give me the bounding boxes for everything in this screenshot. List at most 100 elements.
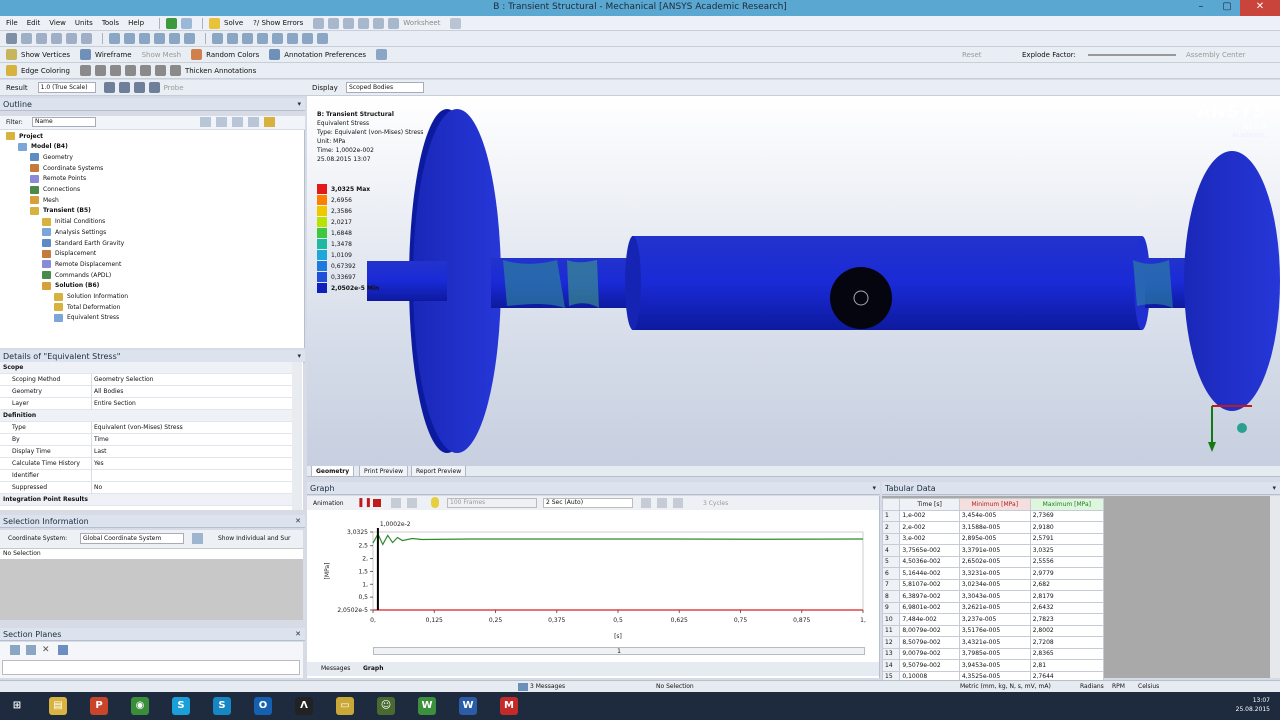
taskbar-app-person[interactable]: ☺ bbox=[369, 695, 403, 717]
probe-button[interactable]: Probe bbox=[164, 84, 184, 92]
details-value[interactable]: Geometry Selection bbox=[94, 376, 153, 383]
details-scrollbar[interactable] bbox=[292, 362, 302, 510]
tab-geometry[interactable]: Geometry bbox=[311, 466, 355, 477]
table-row[interactable]: 1 1,e-002 3,454e-005 2,7369 bbox=[881, 509, 1105, 522]
bulb-icon[interactable] bbox=[431, 497, 439, 508]
explode-slider[interactable] bbox=[1088, 54, 1176, 56]
tree-item[interactable]: Displacement bbox=[42, 249, 96, 259]
edge-coloring-button[interactable]: Edge Coloring bbox=[21, 67, 70, 75]
triad-icon[interactable] bbox=[272, 33, 283, 44]
reset-button[interactable]: Reset bbox=[962, 51, 982, 59]
stress-chart[interactable]: 3,0325 2,5 2, 1,5 1, 0,5 2,0502e-50, 0,125 0,25 0… bbox=[307, 512, 879, 642]
show-vertices-button[interactable]: Show Vertices bbox=[21, 51, 70, 59]
result-scale-dropdown[interactable]: 1.0 (True Scale) bbox=[37, 82, 96, 93]
tabular-table[interactable]: Time [s] Minimum [MPa] Maximum [MPa] 1 1,e-0… bbox=[881, 498, 1105, 683]
pan-icon[interactable] bbox=[124, 33, 135, 44]
details-value[interactable]: Last bbox=[94, 448, 107, 455]
menu-edit[interactable]: Edit bbox=[27, 19, 41, 27]
menu-view[interactable]: View bbox=[49, 19, 66, 27]
show-errors-button[interactable]: ?/ Show Errors bbox=[253, 19, 303, 27]
status-messages[interactable]: 3 Messages bbox=[530, 683, 565, 690]
distributed-icon[interactable] bbox=[657, 498, 667, 508]
column-header[interactable] bbox=[881, 498, 901, 511]
table-row[interactable]: 9 6,9801e-002 3,2621e-005 2,6432 bbox=[881, 601, 1105, 614]
mode-icon[interactable] bbox=[21, 33, 32, 44]
maximize-button[interactable]: ▢ bbox=[1214, 0, 1240, 16]
edge-icon[interactable] bbox=[51, 33, 62, 44]
messages-icon[interactable] bbox=[518, 683, 528, 691]
edge-style-6-icon[interactable] bbox=[154, 65, 166, 76]
zoom-fit-icon[interactable] bbox=[169, 33, 180, 44]
taskbar-app-mechanical[interactable]: M bbox=[492, 695, 526, 717]
menu-tools[interactable]: Tools bbox=[102, 19, 119, 27]
table-row[interactable]: 6 5,1644e-002 3,3231e-005 2,9779 bbox=[881, 567, 1105, 580]
pause-icon[interactable]: ❚❚ bbox=[357, 498, 372, 508]
tree-item[interactable]: Analysis Settings bbox=[42, 227, 106, 237]
edge-style-4-icon[interactable] bbox=[124, 65, 136, 76]
graph-icon[interactable] bbox=[358, 17, 370, 29]
close-button[interactable]: ✕ bbox=[1240, 0, 1280, 16]
status-rpm[interactable]: RPM bbox=[1112, 683, 1125, 690]
show-individual-button[interactable]: Show Individual and Sur bbox=[218, 535, 291, 542]
taskbar-app-explorer[interactable]: ▤ bbox=[41, 695, 75, 717]
show-mesh-button[interactable]: Show Mesh bbox=[142, 51, 182, 59]
update-icon[interactable] bbox=[673, 498, 683, 508]
probe-icon[interactable] bbox=[343, 17, 355, 29]
magnifier-icon[interactable] bbox=[184, 33, 195, 44]
next-frame-icon[interactable] bbox=[407, 498, 417, 508]
random-colors-button[interactable]: Random Colors bbox=[206, 51, 259, 59]
expand-icon[interactable] bbox=[200, 117, 211, 127]
delete-plane-icon[interactable]: ✕ bbox=[42, 645, 52, 655]
tree-icon[interactable] bbox=[264, 117, 275, 127]
tree-item[interactable]: Initial Conditions bbox=[42, 217, 105, 227]
column-header[interactable]: Time [s] bbox=[899, 498, 960, 511]
menu-file[interactable]: File bbox=[6, 19, 18, 27]
graph-pin-icon[interactable]: ▾ bbox=[872, 482, 876, 495]
edit-plane-icon[interactable] bbox=[26, 645, 36, 655]
tree-item[interactable]: Model (B4) bbox=[18, 142, 68, 152]
duration-dropdown[interactable]: 2 Sec (Auto) bbox=[543, 498, 633, 508]
tree-item[interactable]: Remote Displacement bbox=[42, 259, 121, 269]
export-video-icon[interactable] bbox=[641, 498, 651, 508]
table-icon[interactable] bbox=[373, 17, 385, 29]
ruler-icon[interactable] bbox=[287, 33, 298, 44]
taskbar-app-start[interactable]: ⊞ bbox=[0, 695, 34, 717]
rotate-icon[interactable] bbox=[109, 33, 120, 44]
details-row[interactable]: Layer Entire Section bbox=[0, 398, 292, 410]
details-value[interactable]: Time bbox=[94, 436, 109, 443]
tree-item[interactable]: Standard Earth Gravity bbox=[42, 238, 124, 248]
details-row[interactable]: Display Time Last bbox=[0, 446, 292, 458]
details-row[interactable]: Identifier bbox=[0, 470, 292, 482]
annotation-preferences-button[interactable]: Annotation Preferences bbox=[284, 51, 366, 59]
details-row[interactable]: By Time bbox=[0, 434, 292, 446]
table-row[interactable]: 11 8,0079e-002 3,5176e-005 2,8002 bbox=[881, 624, 1105, 637]
prev-frame-icon[interactable] bbox=[391, 498, 401, 508]
details-row[interactable]: Scoping Method Geometry Selection bbox=[0, 374, 292, 386]
status-celsius[interactable]: Celsius bbox=[1138, 683, 1159, 690]
export-icon[interactable] bbox=[376, 49, 388, 60]
tree-item[interactable]: Coordinate Systems bbox=[30, 163, 103, 173]
details-section[interactable]: Integration Point Results bbox=[0, 494, 292, 506]
set-view-icon[interactable] bbox=[257, 33, 268, 44]
column-header[interactable]: Maximum [MPa] bbox=[1029, 498, 1105, 511]
previous-view-icon[interactable] bbox=[212, 33, 223, 44]
refresh-icon[interactable] bbox=[192, 533, 203, 544]
table-row[interactable]: 5 4,5036e-002 2,6502e-005 2,5556 bbox=[881, 555, 1105, 568]
details-row[interactable]: Calculate Time History Yes bbox=[0, 458, 292, 470]
menu-units[interactable]: Units bbox=[75, 19, 93, 27]
clock[interactable]: 13:07 25.08.2015 bbox=[1236, 696, 1270, 714]
graph-page-bar[interactable]: 1 bbox=[373, 647, 865, 655]
taskbar-app-powerpoint[interactable]: P bbox=[82, 695, 116, 717]
view-icon[interactable] bbox=[313, 17, 325, 29]
table-row[interactable]: 12 8,5079e-002 3,4321e-005 2,7208 bbox=[881, 636, 1105, 649]
frames-dropdown[interactable]: 100 Frames bbox=[447, 498, 537, 508]
details-section[interactable]: Definition bbox=[0, 410, 292, 422]
zoom-icon[interactable] bbox=[139, 33, 150, 44]
tree-item[interactable]: Connections bbox=[30, 185, 80, 195]
box-icon[interactable] bbox=[388, 17, 400, 29]
tab-report-preview[interactable]: Report Preview bbox=[411, 466, 467, 477]
stop-icon[interactable] bbox=[373, 499, 381, 507]
pin-icon[interactable]: ▾ bbox=[297, 98, 301, 111]
coord-dropdown[interactable]: Global Coordinate System bbox=[80, 533, 184, 544]
tab-graph[interactable]: Graph bbox=[363, 665, 384, 672]
